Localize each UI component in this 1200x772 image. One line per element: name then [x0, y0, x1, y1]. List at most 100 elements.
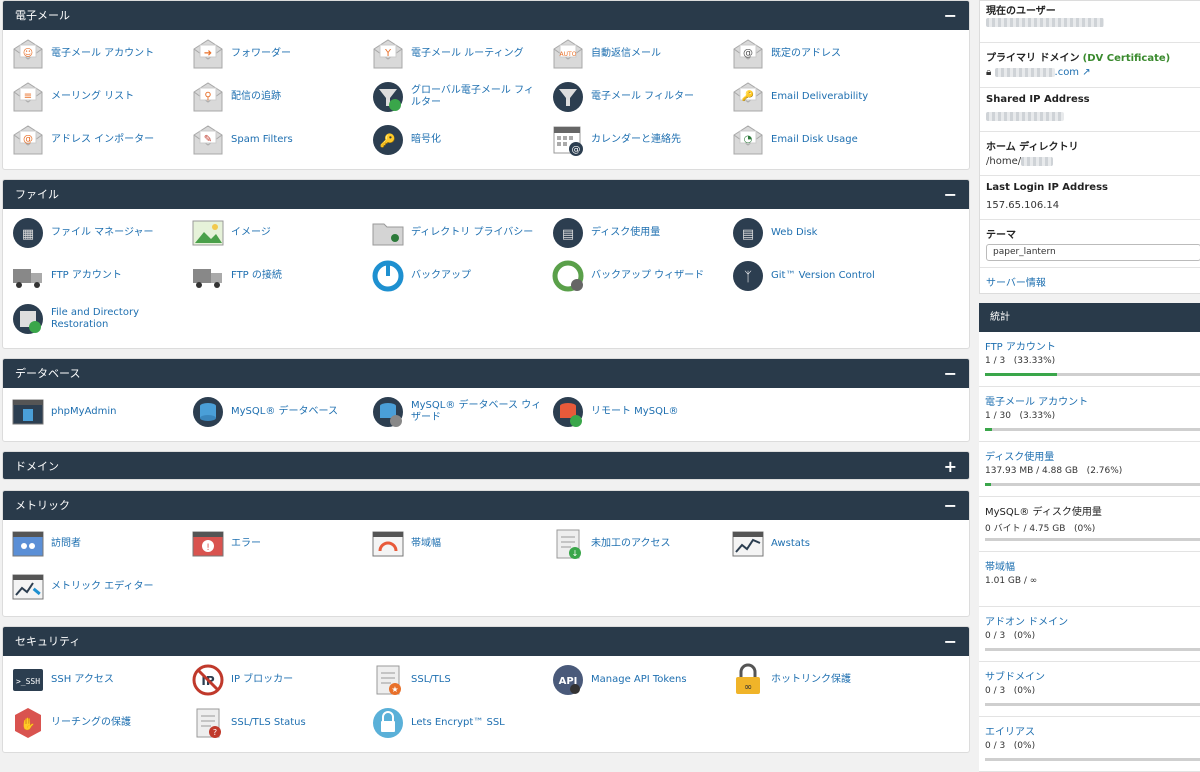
feature-label: ディレクトリ プライバシー — [411, 227, 534, 238]
feature-link[interactable]: ディレクトリ プライバシー — [363, 215, 543, 251]
svg-text:🔑: 🔑 — [742, 89, 755, 102]
theme-select[interactable]: paper_lantern — [986, 244, 1200, 261]
stat-label[interactable]: FTP アカウント — [985, 338, 1056, 353]
feature-link[interactable]: API Manage API Tokens — [543, 662, 723, 698]
usage-bar — [985, 483, 1200, 486]
collapse-icon[interactable]: − — [944, 359, 957, 388]
stat-label[interactable]: ディスク使用量 — [985, 448, 1054, 463]
stat-label[interactable]: サブドメイン — [985, 668, 1045, 683]
svg-text:>_SSH: >_SSH — [16, 677, 40, 686]
feature-link[interactable]: ᛉ Git™ Version Control — [723, 258, 903, 294]
feature-link[interactable]: ≡ メーリング リスト — [3, 79, 183, 115]
feature-link[interactable]: MySQL® データベース — [183, 394, 363, 430]
feature-link[interactable]: Awstats — [723, 526, 903, 562]
section-header[interactable]: 電子メール − — [3, 1, 969, 30]
feature-link[interactable]: ⚲ 配信の追跡 — [183, 79, 363, 115]
usage-bar — [985, 538, 1200, 541]
feature-link[interactable]: ? SSL/TLS Status — [183, 705, 363, 741]
svg-text:▦: ▦ — [22, 227, 34, 242]
stat-label[interactable]: 帯域幅 — [985, 558, 1015, 573]
stat-label[interactable]: 電子メール アカウント — [985, 393, 1088, 408]
feature-label: Awstats — [771, 538, 811, 549]
feature-link[interactable]: ✎ Spam Filters — [183, 122, 363, 158]
feature-link[interactable]: MySQL® データベース ウィザード — [363, 394, 543, 430]
feature-link[interactable]: Lets Encrypt™ SSL — [363, 705, 543, 741]
feature-label: ディスク使用量 — [591, 227, 661, 238]
collapse-icon[interactable]: − — [944, 627, 957, 656]
feature-link[interactable]: >_SSH SSH アクセス — [3, 662, 183, 698]
feature-link[interactable]: AUTO 自動返信メール — [543, 36, 723, 72]
feature-link[interactable]: FTP の接続 — [183, 258, 363, 294]
feature-link[interactable]: バックアップ — [363, 258, 543, 294]
section-header[interactable]: データベース − — [3, 359, 969, 388]
svg-text:☺: ☺ — [23, 48, 33, 59]
server-info-link[interactable]: サーバー情報 — [986, 274, 1046, 289]
feature-link[interactable]: @ カレンダーと連絡先 — [543, 122, 723, 158]
stat-label[interactable]: エイリアス — [985, 723, 1035, 738]
feature-link[interactable]: ▤ Web Disk — [723, 215, 903, 251]
section-header[interactable]: ドメイン + — [3, 452, 969, 479]
feature-label: エラー — [231, 538, 261, 549]
primary-domain-link[interactable]: 🔒︎ .com ↗ — [986, 67, 1091, 78]
feature-link[interactable]: ★ SSL/TLS — [363, 662, 543, 698]
feature-link[interactable]: バックアップ ウィザード — [543, 258, 723, 294]
feature-label: File and Directory Restoration — [51, 307, 139, 330]
feature-link[interactable]: ! エラー — [183, 526, 363, 562]
autoresponders-icon: AUTO — [551, 37, 585, 71]
section-body: ☺ 電子メール アカウント ➜ フォワーダー Y 電子メール ルーティング AUTO 自動返信… — [3, 30, 969, 169]
mysql-wizard-icon — [371, 395, 405, 429]
feature-link[interactable]: リモート MySQL® — [543, 394, 723, 430]
ssl-tls-status-icon: ? — [191, 706, 225, 740]
feature-link[interactable]: 訪問者 — [3, 526, 183, 562]
usage-bar-fill — [985, 428, 993, 431]
email-filters-icon — [551, 80, 585, 114]
shared-ip-value — [986, 112, 1064, 121]
section-header[interactable]: メトリック − — [3, 491, 969, 520]
feature-link[interactable]: ◔ Email Disk Usage — [723, 122, 903, 158]
collapse-icon[interactable]: − — [944, 491, 957, 520]
feature-link[interactable]: @ アドレス インポーター — [3, 122, 183, 158]
feature-link[interactable]: ➜ フォワーダー — [183, 36, 363, 72]
feature-link[interactable]: 帯域幅 — [363, 526, 543, 562]
feature-link[interactable]: 電子メール フィルター — [543, 79, 723, 115]
feature-link[interactable]: ▤ ディスク使用量 — [543, 215, 723, 251]
feature-link[interactable]: ↓ 未加工のアクセス — [543, 526, 723, 562]
feature-link[interactable]: 🔑 暗号化 — [363, 122, 543, 158]
feature-label: メーリング リスト — [51, 91, 135, 102]
svg-text:➜: ➜ — [204, 48, 212, 59]
dv-certificate-badge[interactable]: (DV Certificate) — [1083, 53, 1171, 64]
feature-link[interactable]: Y 電子メール ルーティング — [363, 36, 543, 72]
usage-bar — [985, 758, 1200, 761]
stat-value: 0 / 3 (0%) — [985, 741, 1036, 751]
stat-label[interactable]: アドオン ドメイン — [985, 613, 1068, 628]
feature-link[interactable]: ✋ リーチングの保護 — [3, 705, 183, 741]
svg-text:▤: ▤ — [742, 227, 754, 242]
feature-label: リーチングの保護 — [51, 717, 131, 728]
svg-text:@: @ — [23, 134, 33, 145]
feature-link[interactable]: phpMyAdmin — [3, 394, 183, 430]
feature-link[interactable]: メトリック エディター — [3, 569, 183, 605]
feature-label: Spam Filters — [231, 134, 293, 145]
feature-link[interactable]: ∞ ホットリンク保護 — [723, 662, 903, 698]
feature-link[interactable]: File and Directory Restoration — [3, 301, 183, 337]
section-header[interactable]: ファイル − — [3, 180, 969, 209]
feature-label: リモート MySQL® — [591, 406, 679, 417]
feature-link[interactable]: イメージ — [183, 215, 363, 251]
feature-link[interactable]: ☺ 電子メール アカウント — [3, 36, 183, 72]
feature-link[interactable]: IP IP ブロッカー — [183, 662, 363, 698]
feature-link[interactable]: グローバル電子メール フィルター — [363, 79, 543, 115]
collapse-icon[interactable]: − — [944, 1, 957, 30]
spam-filters-icon: ✎ — [191, 123, 225, 157]
feature-link[interactable]: 🔑 Email Deliverability — [723, 79, 903, 115]
expand-icon[interactable]: + — [944, 452, 957, 479]
account-info-box: 現在のユーザー プライマリ ドメイン (DV Certificate) 🔒︎ .… — [979, 0, 1200, 294]
bandwidth-icon — [371, 527, 405, 561]
collapse-icon[interactable]: − — [944, 180, 957, 209]
feature-label: カレンダーと連絡先 — [591, 134, 681, 145]
section-header[interactable]: セキュリティ − — [3, 627, 969, 656]
feature-link[interactable]: ▦ ファイル マネージャー — [3, 215, 183, 251]
feature-link[interactable]: @ 既定のアドレス — [723, 36, 903, 72]
home-directory-value: /home/ — [986, 156, 1054, 167]
feature-link[interactable]: FTP アカウント — [3, 258, 183, 294]
git-icon: ᛉ — [731, 259, 765, 293]
